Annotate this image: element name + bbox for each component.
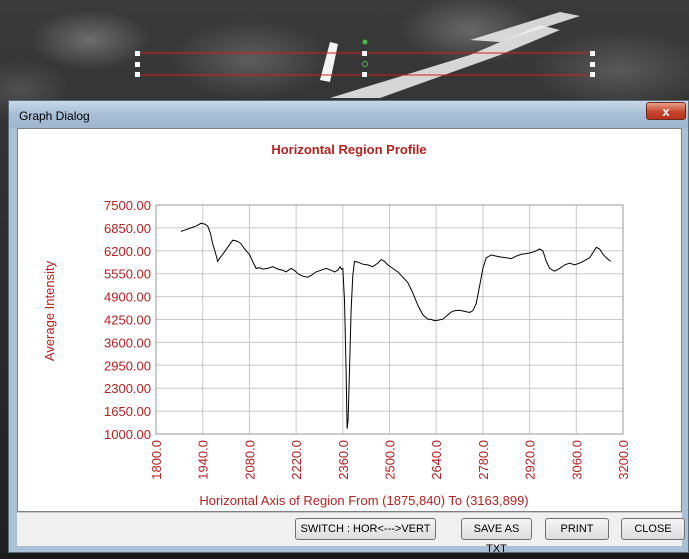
- y-tick-label: 6200.00: [104, 244, 151, 259]
- close-button[interactable]: CLOSE: [621, 518, 685, 540]
- x-tick-label: 1800.0: [149, 440, 164, 480]
- profile-chart: Horizontal Region Profile 7500.00 6850.00…: [42, 142, 631, 508]
- roi-center-anchor[interactable]: [362, 61, 368, 67]
- x-tick-label: 2780.0: [476, 440, 491, 480]
- y-tick-label: 2950.00: [104, 358, 151, 373]
- roi-handle[interactable]: [590, 51, 595, 56]
- x-tick-label: 3060.0: [569, 440, 584, 480]
- dialog-title: Graph Dialog: [19, 109, 90, 123]
- x-tick-label: 2220.0: [289, 440, 304, 480]
- x-tick-label: 2500.0: [383, 440, 398, 480]
- y-tick-label: 3600.00: [104, 335, 151, 350]
- x-axis-label: Horizontal Axis of Region From (1875,840…: [199, 493, 528, 508]
- y-tick-label: 6850.00: [104, 221, 151, 236]
- print-button[interactable]: PRINT: [545, 518, 609, 540]
- save-as-txt-button[interactable]: SAVE AS TXT: [461, 518, 532, 555]
- x-tick-label: 1940.0: [196, 440, 211, 480]
- dialog-titlebar[interactable]: Graph Dialog x: [9, 101, 688, 128]
- chart-title: Horizontal Region Profile: [271, 142, 426, 157]
- dialog-button-bar: SWITCH : HOR<--->VERT SAVE AS TXT PRINT …: [17, 512, 685, 555]
- y-axis-label: Average Intensity: [42, 260, 57, 361]
- graph-dialog: Graph Dialog x Horizontal Region Profile…: [8, 100, 689, 555]
- roi-handle[interactable]: [135, 51, 140, 56]
- y-tick-label: 4250.00: [104, 313, 151, 328]
- roi-handle[interactable]: [362, 72, 367, 77]
- close-icon[interactable]: x: [646, 102, 686, 120]
- y-tick-label: 7500.00: [104, 198, 151, 213]
- series-line: [180, 222, 612, 429]
- y-tick-label: 1650.00: [104, 404, 151, 419]
- y-tick-label: 4900.00: [104, 290, 151, 305]
- roi-handle[interactable]: [590, 72, 595, 77]
- chart-grid: [155, 204, 624, 435]
- switch-orientation-button[interactable]: SWITCH : HOR<--->VERT: [295, 518, 436, 540]
- roi-handle[interactable]: [590, 62, 595, 67]
- roi-handle[interactable]: [135, 72, 140, 77]
- x-tick-label: 2360.0: [336, 440, 351, 480]
- chart-area: Horizontal Region Profile 7500.00 6850.00…: [17, 128, 682, 512]
- x-tick-label: 2640.0: [429, 440, 444, 480]
- roi-handle[interactable]: [362, 51, 367, 56]
- x-axis-ticks: 1800.0 1940.0 2080.0 2220.0 2360.0 2500.0 2640…: [149, 440, 631, 480]
- y-axis-ticks: 7500.00 6850.00 6200.00 5550.00 4900.00 4250.…: [104, 198, 151, 442]
- x-tick-label: 2920.0: [523, 440, 538, 480]
- y-tick-label: 5550.00: [104, 267, 151, 282]
- y-tick-label: 1000.00: [104, 427, 151, 442]
- x-tick-label: 3200.0: [616, 440, 631, 480]
- roi-handle[interactable]: [135, 62, 140, 67]
- x-tick-label: 2080.0: [242, 440, 257, 480]
- y-tick-label: 2300.00: [104, 381, 151, 396]
- specimen-spot: [320, 42, 338, 82]
- roi-rotate-handle[interactable]: [362, 39, 368, 45]
